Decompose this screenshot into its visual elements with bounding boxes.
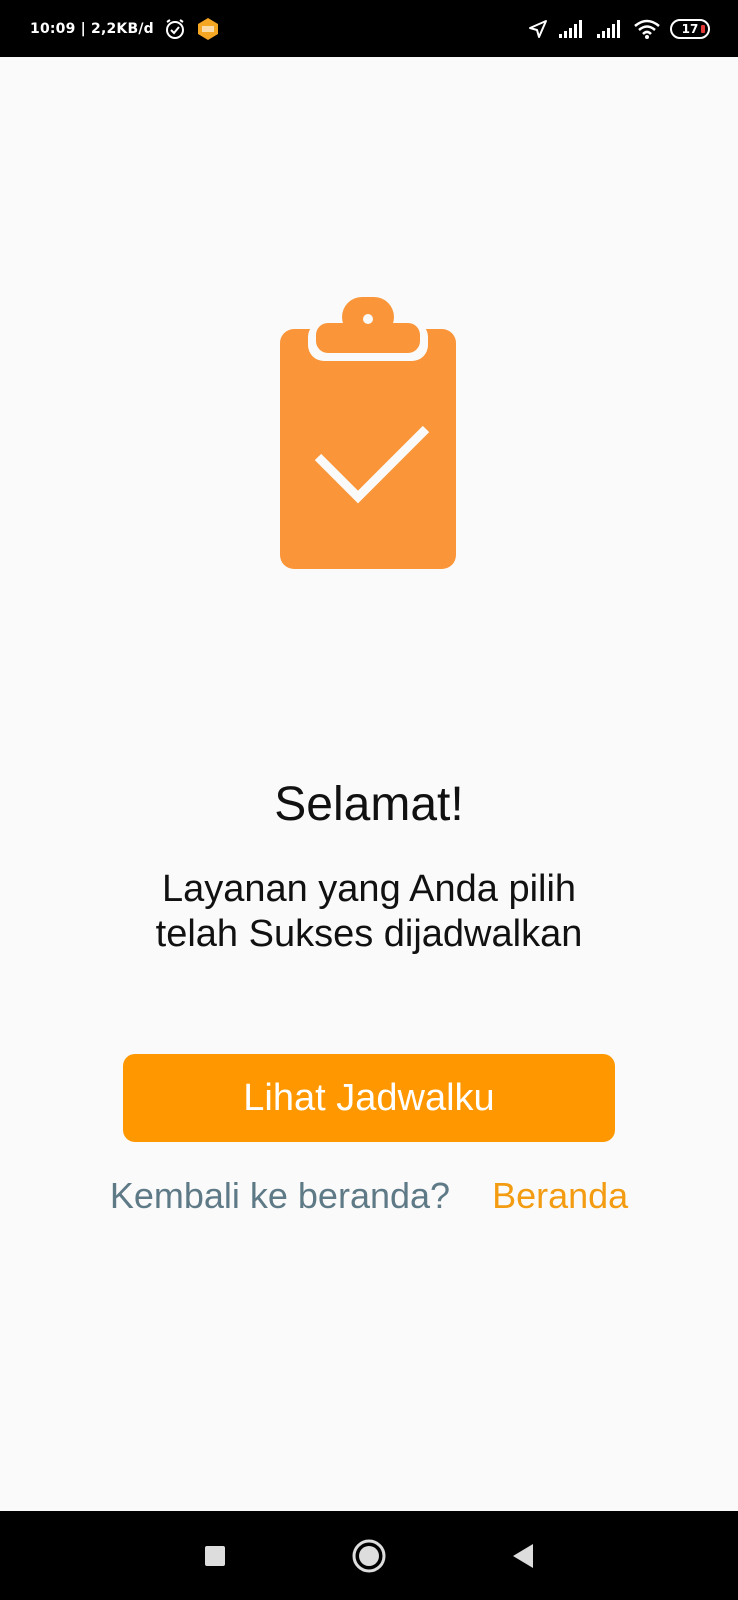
- status-bar: 10:09 | 2,2KB/d 17: [0, 0, 738, 57]
- clipboard-check-icon: [280, 297, 456, 569]
- location-icon: [528, 19, 548, 39]
- alarm-icon: [164, 18, 186, 40]
- view-schedule-button[interactable]: Lihat Jadwalku: [123, 1054, 615, 1142]
- wifi-icon: [634, 19, 660, 39]
- system-nav-bar: [0, 1511, 738, 1600]
- back-question-text: Kembali ke beranda?: [109, 1175, 451, 1216]
- home-link[interactable]: Beranda: [492, 1175, 628, 1217]
- success-screen: Selamat! Layanan yang Anda pilih telah S…: [0, 57, 738, 1511]
- back-triangle-icon[interactable]: [501, 1534, 545, 1578]
- signal-icon: [558, 19, 586, 38]
- home-circle-icon[interactable]: [347, 1534, 391, 1578]
- success-title: Selamat!: [274, 778, 464, 831]
- back-to-home-row: Kembali ke beranda? Beranda: [0, 1175, 738, 1217]
- signal-icon: [596, 19, 624, 38]
- status-right: 17: [528, 18, 710, 39]
- success-message: Layanan yang Anda pilih telah Sukses dij…: [0, 867, 738, 957]
- success-message-line1: Layanan yang Anda pilih: [161, 868, 577, 910]
- status-left: 10:09 | 2,2KB/d: [30, 17, 220, 41]
- success-message-line2: telah Sukses dijadwalkan: [155, 913, 583, 955]
- recents-square-icon[interactable]: [193, 1534, 237, 1578]
- status-time: 10:09 | 2,2KB/d: [30, 20, 154, 37]
- battery-icon: 17: [670, 18, 710, 39]
- app-notification-icon: [196, 17, 220, 41]
